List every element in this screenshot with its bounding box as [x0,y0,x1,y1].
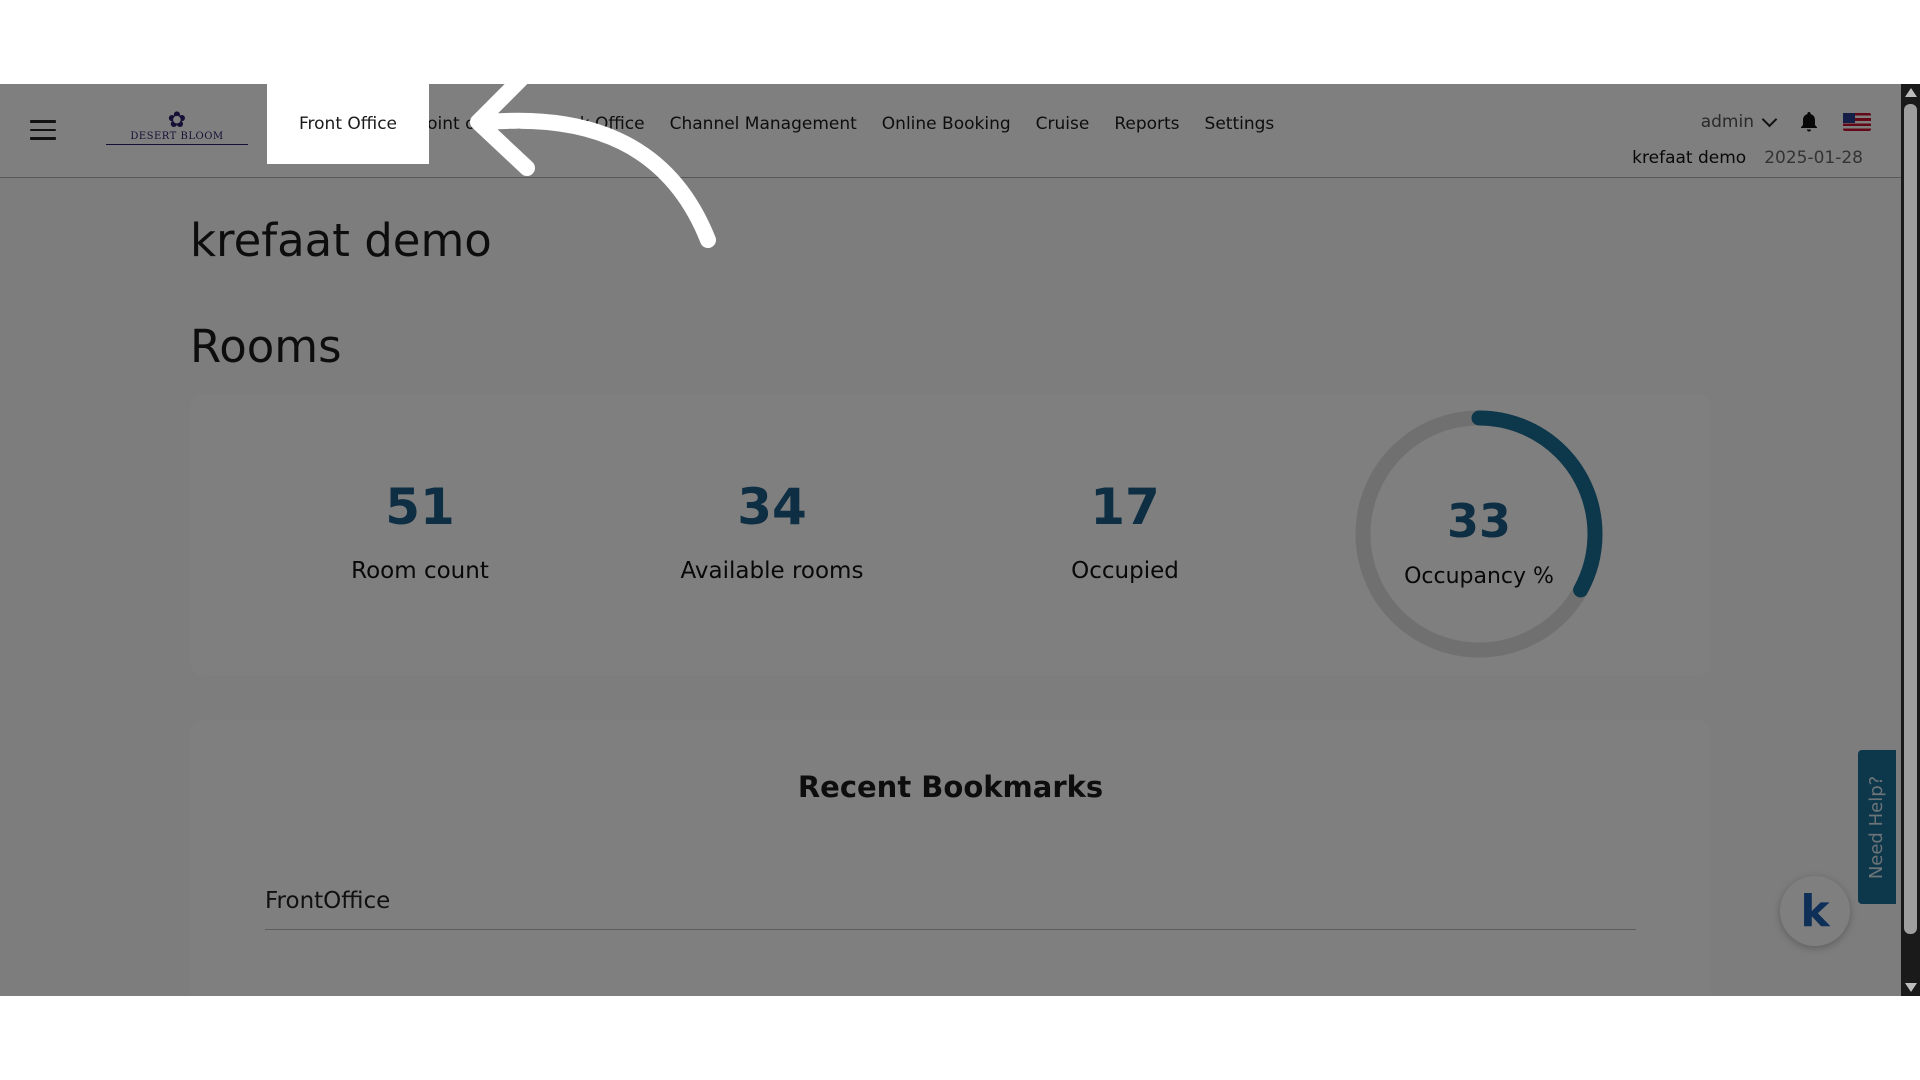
occupancy-label: Occupancy % [1404,564,1554,589]
app-window: ✿ DESERT BLOOM Point of Sale Back Office… [0,84,1901,996]
room-count-value: 51 [385,478,455,536]
room-count-stat: 51 Room count [290,482,550,584]
scroll-thumb[interactable] [1904,104,1917,934]
chat-logo-icon: k [1800,885,1830,937]
vertical-scrollbar[interactable] [1901,84,1920,996]
occupied-stat: 17 Occupied [995,482,1255,584]
occupancy-value: 33 [1446,494,1511,548]
chevron-down-icon [1761,111,1778,128]
available-rooms-label: Available rooms [680,558,864,584]
scroll-down-arrow-icon[interactable] [1905,983,1917,992]
property-info: krefaat demo 2025-01-28 [1632,148,1863,168]
menu-item-settings[interactable]: Settings [1192,84,1287,164]
rooms-card: 51 Room count 34 Available rooms 17 Occu… [190,394,1711,676]
menu-item-cruise[interactable]: Cruise [1023,84,1102,164]
menu-item-online-booking[interactable]: Online Booking [869,84,1023,164]
chat-widget-button[interactable]: k [1780,876,1850,946]
username: admin [1700,112,1754,132]
available-rooms-value: 34 [737,478,807,536]
property-name: krefaat demo [1632,148,1747,168]
occupied-value: 17 [1090,478,1160,536]
bell-icon[interactable] [1797,110,1821,134]
need-help-label: Need Help? [1866,775,1888,879]
need-help-tab[interactable]: Need Help? [1858,750,1896,904]
business-date: 2025-01-28 [1764,148,1863,168]
screenshot-frame: ✿ DESERT BLOOM Point of Sale Back Office… [0,84,1920,996]
us-flag-icon[interactable] [1843,113,1871,131]
scroll-up-arrow-icon[interactable] [1905,88,1917,97]
available-rooms-stat: 34 Available rooms [642,482,902,584]
user-dropdown[interactable]: admin [1700,111,1778,132]
recent-bookmarks-card: Recent Bookmarks FrontOffice [190,720,1711,996]
menu-item-reports[interactable]: Reports [1102,84,1192,164]
tutorial-arrow-icon [470,84,716,248]
bookmarks-title: Recent Bookmarks [797,770,1104,804]
occupancy-gauge: 33 Occupancy % [1349,404,1609,664]
room-count-label: Room count [351,558,489,584]
occupied-label: Occupied [1071,558,1179,584]
user-area: admin [1701,110,1871,134]
bookmark-item[interactable]: FrontOffice [265,880,1636,930]
